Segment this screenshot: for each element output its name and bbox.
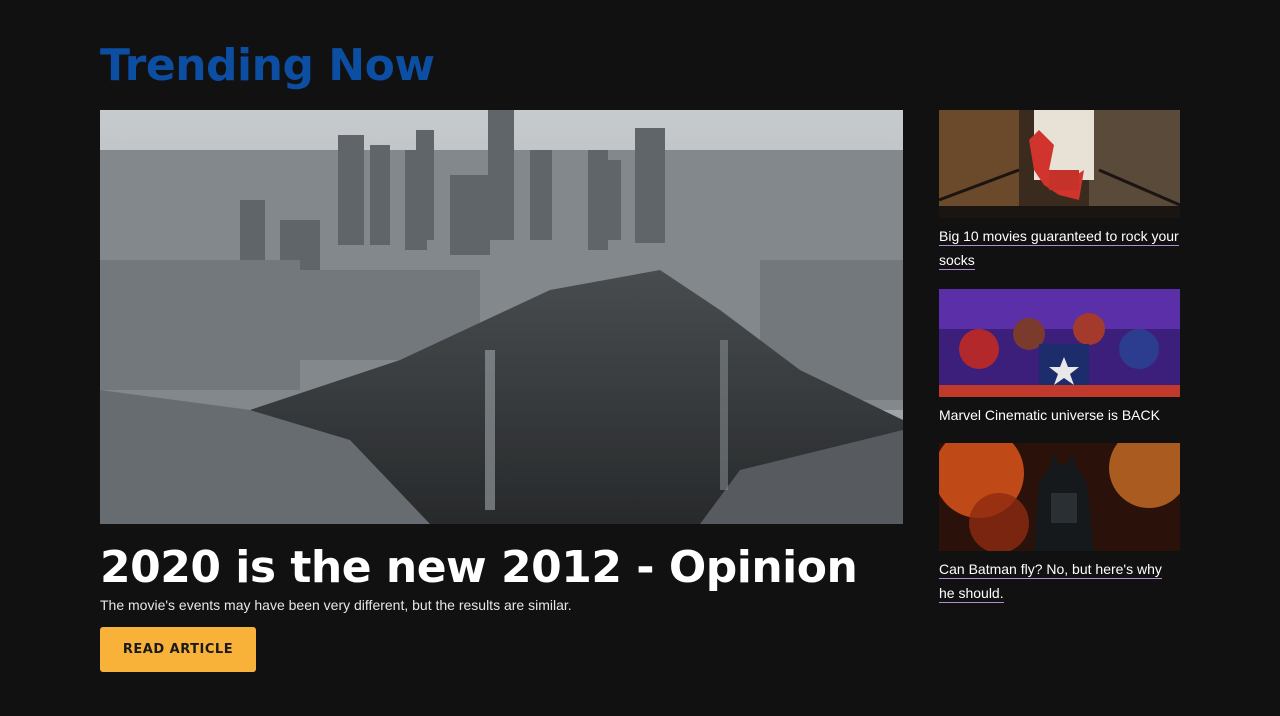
read-article-button[interactable]: READ ARTICLE [100,627,256,672]
batman-poster-image[interactable] [939,443,1180,551]
avengers-poster-image[interactable] [939,289,1180,397]
featured-image[interactable] [100,110,903,524]
sidebar-item-label: Big 10 movies guaranteed to rock your so… [939,228,1179,270]
sidebar-card: Marvel Cinematic universe is BACK [939,289,1180,427]
section-title: Trending Now [100,40,435,91]
sidebar-item-link[interactable]: Big 10 movies guaranteed to rock your so… [939,224,1180,272]
featured-title: 2020 is the new 2012 - Opinion [100,542,858,593]
featured-subtitle: The movie's events may have been very di… [100,597,572,613]
joker-stairs-image[interactable] [939,110,1180,218]
sidebar-card: Can Batman fly? No, but here's why he sh… [939,443,1180,605]
sidebar-card: Big 10 movies guaranteed to rock your so… [939,110,1180,272]
trending-page: Trending Now 2020 is the new 2012 - Opin… [0,0,1280,716]
sidebar-item-link[interactable]: Marvel Cinematic universe is BACK [939,403,1180,427]
sidebar-item-label: Can Batman fly? No, but here's why he sh… [939,561,1162,603]
sidebar-item-link[interactable]: Can Batman fly? No, but here's why he sh… [939,557,1180,605]
sidebar-item-label: Marvel Cinematic universe is BACK [939,407,1160,423]
